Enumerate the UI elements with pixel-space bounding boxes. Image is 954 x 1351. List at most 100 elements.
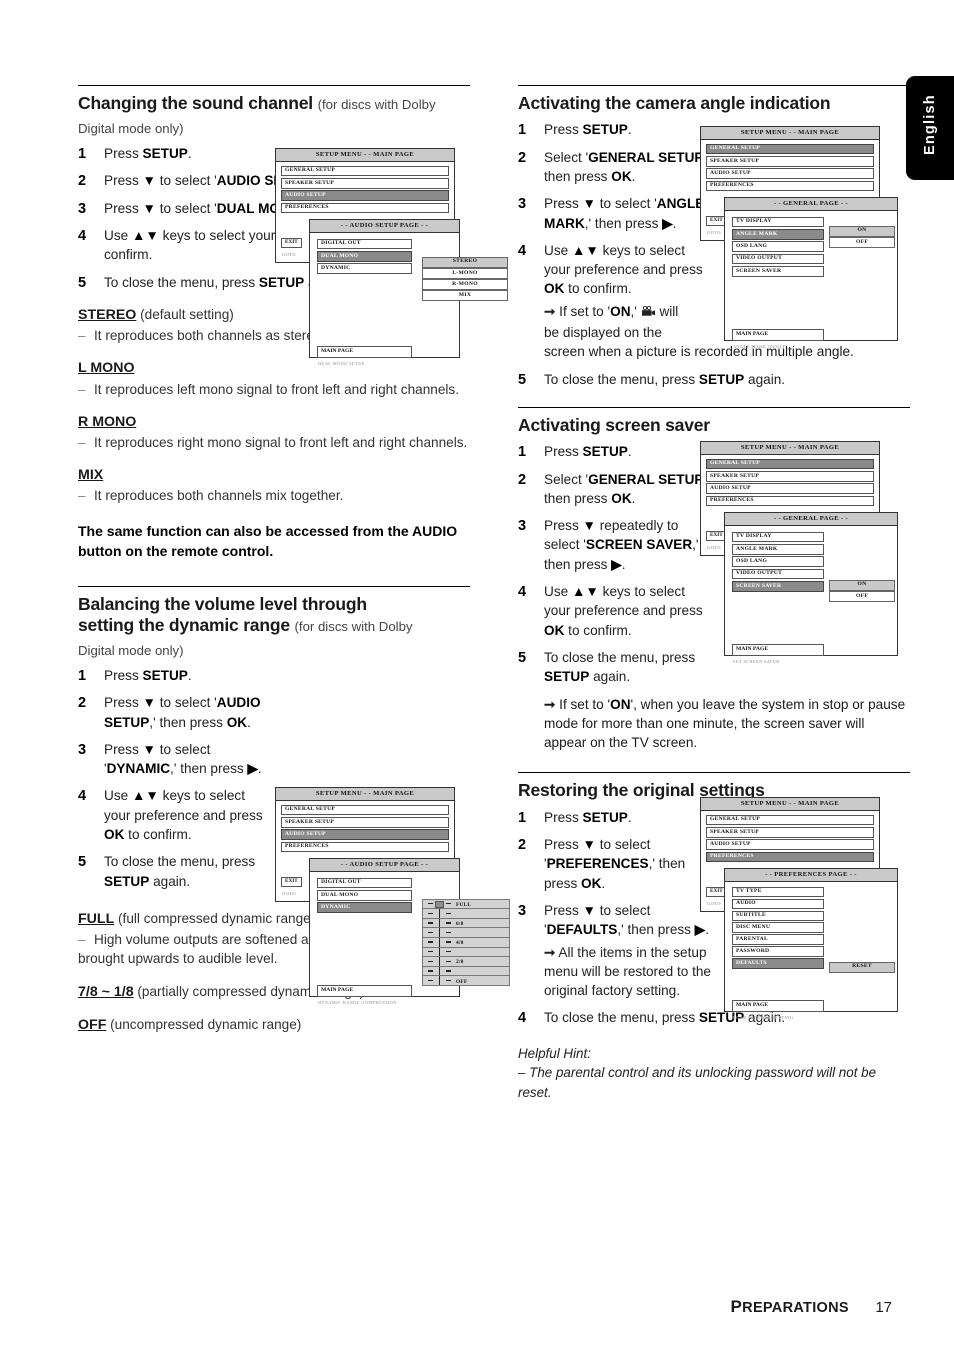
osd-general-item-tv-display[interactable]: TV DISPLAY bbox=[732, 216, 824, 228]
osd-main-page-button[interactable]: MAIN PAGE bbox=[732, 329, 824, 341]
step-item: 1 Press SETUP. bbox=[518, 808, 714, 827]
slider-axis bbox=[439, 947, 441, 957]
step-item: 5To close the menu, press SETUP again. bbox=[518, 370, 910, 389]
step-number: 2 bbox=[78, 173, 87, 190]
osd-value-reset[interactable]: RESET bbox=[829, 961, 895, 973]
osd-value-r-mono[interactable]: R-MONO bbox=[422, 278, 508, 291]
osd-general-title: - - GENERAL PAGE - - bbox=[725, 513, 897, 526]
step-number: 3 bbox=[518, 518, 527, 535]
osd-main-title: SETUP MENU - - MAIN PAGE bbox=[701, 798, 879, 811]
osd-main-item-preferences[interactable]: PREFERENCES bbox=[281, 841, 449, 853]
heading-text: Changing the sound channel bbox=[78, 93, 313, 113]
osd-pref-item-parental[interactable]: PARENTAL bbox=[732, 934, 824, 946]
tick-left bbox=[428, 902, 433, 905]
osd-general-menu-col: TV DISPLAY ANGLE MARK OSD LANG VIDEO OUT… bbox=[732, 216, 824, 279]
osd-main-item-speaker-setup[interactable]: SPEAKER SETUP bbox=[706, 155, 874, 167]
osd-main-item-preferences[interactable]: PREFERENCES bbox=[281, 202, 449, 214]
osd-general-item-angle-mark[interactable]: ANGLE MARK bbox=[732, 228, 824, 240]
osd-main-item-audio-setup[interactable]: AUDIO SETUP bbox=[706, 483, 874, 495]
heading-subtext-2: Digital mode only) bbox=[78, 121, 184, 137]
step-item: 5To close the menu, press SETUP again. bbox=[78, 854, 256, 889]
osd-diagram-dynamic: SETUP MENU - - MAIN PAGE GENERAL SETUP S… bbox=[275, 787, 510, 1005]
osd-value-off[interactable]: OFF bbox=[829, 590, 895, 602]
osd-preferences-menu-col: TV TYPE AUDIO SUBTITLE DISC MENU PARENTA… bbox=[732, 886, 824, 971]
osd-pref-item-audio[interactable]: AUDIO bbox=[732, 898, 824, 910]
tick-left bbox=[428, 979, 433, 982]
osd-pref-item-tv-type[interactable]: TV TYPE bbox=[732, 886, 824, 898]
osd-main-item-preferences[interactable]: PREFERENCES bbox=[706, 180, 874, 192]
osd-general-item-screen-saver[interactable]: SCREEN SAVER bbox=[732, 266, 824, 277]
slider-axis bbox=[439, 918, 441, 928]
steps-balancing-volume: 1 Press SETUP. 2 Press ▼ to select 'AUDIO … bbox=[78, 666, 274, 891]
osd-main-page-button[interactable]: MAIN PAGE bbox=[732, 1000, 824, 1012]
osd-main-title: SETUP MENU - - MAIN PAGE bbox=[276, 149, 454, 162]
step-number: 3 bbox=[78, 741, 87, 758]
osd-main-item-speaker-setup[interactable]: SPEAKER SETUP bbox=[706, 826, 874, 838]
osd-dynamic-range-slider[interactable]: FULL 6/8 4/8 2/8 OFF bbox=[422, 898, 510, 986]
osd-main-page-button[interactable]: MAIN PAGE bbox=[732, 644, 824, 656]
osd-general-item-video-output[interactable]: VIDEO OUTPUT bbox=[732, 253, 824, 265]
osd-pref-item-disc-menu[interactable]: DISC MENU bbox=[732, 922, 824, 934]
osd-audio-item-dynamic[interactable]: DYNAMIC bbox=[317, 263, 412, 275]
osd-audio-item-digital-out[interactable]: DIGITAL OUT bbox=[317, 877, 412, 889]
osd-main-item-general-setup[interactable]: GENERAL SETUP bbox=[281, 804, 449, 816]
osd-main-item-speaker-setup[interactable]: SPEAKER SETUP bbox=[281, 816, 449, 828]
osd-main-item-audio-setup[interactable]: AUDIO SETUP bbox=[706, 839, 874, 851]
osd-general-item-angle-mark[interactable]: ANGLE MARK bbox=[732, 543, 824, 555]
osd-main-page-button[interactable]: MAIN PAGE bbox=[317, 985, 412, 997]
osd-value-off[interactable]: OFF bbox=[829, 236, 895, 248]
osd-value-on[interactable]: ON bbox=[829, 225, 895, 237]
osd-main-item-preferences[interactable]: PREFERENCES bbox=[706, 495, 874, 507]
tick-right bbox=[446, 912, 451, 914]
osd-dual-mono-values: STEREO L-MONO R-MONO MIX bbox=[422, 256, 508, 302]
osd-value-stereo[interactable]: STEREO bbox=[422, 256, 508, 268]
tick-left bbox=[428, 950, 433, 953]
osd-exit-button[interactable]: EXIT bbox=[281, 876, 302, 887]
osd-main-item-audio-setup[interactable]: AUDIO SETUP bbox=[281, 829, 449, 841]
osd-main-item-general-setup[interactable]: GENERAL SETUP bbox=[281, 165, 449, 177]
slider-axis bbox=[439, 909, 441, 918]
osd-audio-item-dual-mono[interactable]: DUAL MONO bbox=[317, 250, 412, 262]
osd-main-item-speaker-setup[interactable]: SPEAKER SETUP bbox=[281, 177, 449, 189]
osd-main-item-audio-setup[interactable]: AUDIO SETUP bbox=[706, 168, 874, 180]
osd-pref-item-password[interactable]: PASSWORD bbox=[732, 946, 824, 958]
step-item: 1 Press SETUP. bbox=[78, 666, 274, 685]
osd-audio-item-digital-out[interactable]: DIGITAL OUT bbox=[317, 238, 412, 250]
osd-main-item-audio-setup[interactable]: AUDIO SETUP bbox=[281, 190, 449, 202]
osd-general-item-osd-lang[interactable]: OSD LANG bbox=[732, 556, 824, 568]
footer-chapter: PREPARATIONS bbox=[731, 1297, 849, 1316]
osd-main-item-general-setup[interactable]: GENERAL SETUP bbox=[706, 458, 874, 470]
hint-title: Helpful Hint: bbox=[518, 1045, 591, 1061]
osd-main-item-speaker-setup[interactable]: SPEAKER SETUP bbox=[706, 470, 874, 482]
osd-exit-button[interactable]: EXIT bbox=[281, 237, 302, 248]
osd-value-on[interactable]: ON bbox=[829, 579, 895, 591]
osd-main-item-general-setup[interactable]: GENERAL SETUP bbox=[706, 814, 874, 826]
slider-row[interactable]: OFF bbox=[422, 975, 510, 986]
step-number: 3 bbox=[78, 200, 87, 217]
osd-pref-item-defaults[interactable]: DEFAULTS bbox=[732, 958, 824, 970]
osd-audio-item-dynamic[interactable]: DYNAMIC bbox=[317, 902, 412, 914]
slider-label-2-8: 2/8 bbox=[456, 959, 464, 966]
language-tab: English bbox=[906, 76, 954, 180]
osd-main-item-general-setup[interactable]: GENERAL SETUP bbox=[706, 143, 874, 155]
osd-value-l-mono[interactable]: L-MONO bbox=[422, 267, 508, 279]
osd-value-mix[interactable]: MIX bbox=[422, 290, 508, 302]
term-desc-line: – It reproduces both channels mix togethe… bbox=[78, 488, 344, 504]
osd-main-item-preferences[interactable]: PREFERENCES bbox=[706, 851, 874, 863]
step-item: 1 Press SETUP. bbox=[518, 442, 714, 461]
osd-general-item-tv-display[interactable]: TV DISPLAY bbox=[732, 531, 824, 543]
osd-general-item-screen-saver[interactable]: SCREEN SAVER bbox=[732, 581, 824, 592]
osd-general-item-osd-lang[interactable]: OSD LANG bbox=[732, 241, 824, 253]
osd-screen-saver-values: ON OFF bbox=[829, 579, 895, 602]
osd-main-page-button[interactable]: MAIN PAGE bbox=[317, 346, 412, 358]
tick-right bbox=[446, 979, 451, 982]
step-number: 2 bbox=[518, 837, 527, 854]
osd-pref-item-subtitle[interactable]: SUBTITLE bbox=[732, 910, 824, 922]
osd-general-item-video-output[interactable]: VIDEO OUTPUT bbox=[732, 568, 824, 580]
osd-audio-footer: DUAL MONO SETUP bbox=[318, 360, 365, 366]
step-number: 2 bbox=[78, 695, 87, 712]
step-note: ➞ All the items in the setup menu will b… bbox=[544, 944, 711, 999]
slider-knob[interactable] bbox=[435, 901, 444, 909]
osd-audio-item-dual-mono[interactable]: DUAL MONO bbox=[317, 889, 412, 901]
osd-audio-title: - - AUDIO SETUP PAGE - - bbox=[310, 859, 459, 872]
